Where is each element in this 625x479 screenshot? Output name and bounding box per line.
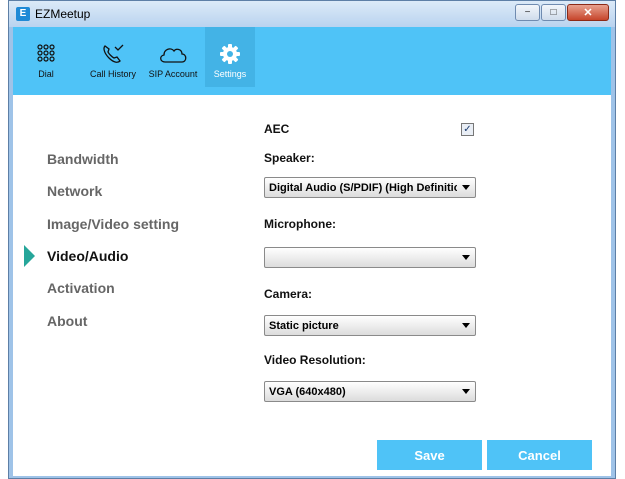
maximize-button[interactable]: □: [541, 4, 566, 21]
nav-dial[interactable]: Dial: [31, 27, 61, 87]
chevron-down-icon: [459, 250, 473, 265]
main-toolbar: Dial Call History SIP Account Settings: [13, 27, 611, 95]
app-window: E EZMeetup − □ ✕ Dial Call History SIP A…: [8, 0, 616, 479]
minimize-button[interactable]: −: [515, 4, 540, 21]
sidebar-item-video-audio[interactable]: Video/Audio: [47, 248, 128, 264]
active-section-marker: [24, 245, 35, 267]
nav-sip-account[interactable]: SIP Account: [143, 27, 203, 87]
phone-history-icon: [101, 41, 125, 67]
camera-label: Camera:: [264, 287, 313, 301]
video-resolution-label: Video Resolution:: [264, 353, 366, 367]
aec-checkbox[interactable]: ✓: [461, 123, 474, 136]
window-controls: − □ ✕: [514, 4, 609, 21]
aec-label: AEC: [264, 122, 290, 136]
nav-call-history[interactable]: Call History: [83, 27, 143, 87]
nav-settings[interactable]: Settings: [205, 27, 255, 87]
video-resolution-select[interactable]: VGA (640x480): [264, 381, 476, 402]
sidebar-item-activation[interactable]: Activation: [47, 280, 115, 296]
close-button[interactable]: ✕: [567, 4, 609, 21]
nav-call-history-label: Call History: [89, 69, 136, 79]
nav-sip-account-label: SIP Account: [148, 69, 198, 79]
chevron-down-icon: [459, 384, 473, 399]
speaker-value: Digital Audio (S/PDIF) (High Definition …: [269, 182, 457, 194]
sidebar-item-network[interactable]: Network: [47, 183, 102, 199]
sidebar-item-about[interactable]: About: [47, 313, 87, 329]
nav-settings-label: Settings: [213, 69, 247, 79]
cancel-button[interactable]: Cancel: [487, 440, 592, 470]
camera-value: Static picture: [269, 320, 339, 332]
video-resolution-value: VGA (640x480): [269, 386, 346, 398]
cloud-icon: [158, 41, 188, 67]
window-title: EZMeetup: [35, 7, 91, 21]
speaker-select[interactable]: Digital Audio (S/PDIF) (High Definition …: [264, 177, 476, 198]
title-bar[interactable]: E EZMeetup − □ ✕: [9, 1, 615, 27]
chevron-down-icon: [459, 180, 473, 195]
sidebar-item-image-video-setting[interactable]: Image/Video setting: [47, 216, 179, 232]
speaker-label: Speaker:: [264, 151, 315, 165]
app-logo-icon: E: [16, 7, 30, 21]
microphone-label: Microphone:: [264, 217, 336, 231]
save-button[interactable]: Save: [377, 440, 482, 470]
dialpad-icon: [37, 41, 55, 67]
sidebar-item-bandwidth[interactable]: Bandwidth: [47, 151, 119, 167]
camera-select[interactable]: Static picture: [264, 315, 476, 336]
chevron-down-icon: [459, 318, 473, 333]
microphone-select[interactable]: [264, 247, 476, 268]
nav-dial-label: Dial: [38, 69, 54, 79]
settings-panel: Bandwidth Network Image/Video setting Vi…: [13, 95, 611, 476]
gear-icon: [219, 41, 241, 67]
